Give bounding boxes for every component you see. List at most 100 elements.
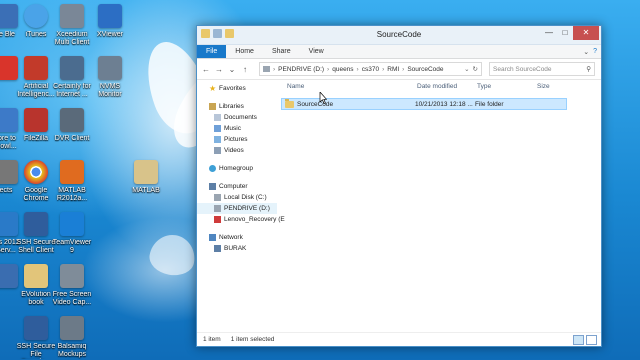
ribbon: File Home Share View ⌄ ?: [197, 45, 601, 59]
computer-icon: [214, 245, 221, 252]
address-dropdown-icon[interactable]: ⌄: [464, 65, 469, 73]
help-icon[interactable]: ?: [593, 48, 597, 55]
breadcrumb-rmi[interactable]: RMI: [387, 66, 399, 73]
folder-icon: [285, 98, 294, 108]
desktop-icon-balsamiq[interactable]: Balsamiq Mockups: [52, 316, 92, 359]
nav-pendrive[interactable]: PENDRIVE (D:): [197, 203, 277, 214]
search-input[interactable]: Search SourceCode ⚲: [489, 62, 595, 76]
desktop-icon-xviewer[interactable]: XViewer: [90, 4, 130, 39]
breadcrumb-sourcecode[interactable]: SourceCode: [407, 66, 443, 73]
desktop-icon-label: FileZilla: [23, 135, 49, 142]
nav-favorites[interactable]: ★ Favorites: [197, 83, 277, 94]
file-list: Name Date modified Type Size SourceCode …: [277, 78, 601, 333]
expand-ribbon-icon[interactable]: ⌄: [583, 48, 589, 56]
window-body: ★ Favorites Libraries Documents Music Pic…: [197, 78, 601, 333]
minimize-button[interactable]: —: [541, 26, 557, 40]
nav-local-disk[interactable]: Local Disk (C:): [197, 192, 277, 203]
app-icon: [60, 316, 84, 340]
address-bar[interactable]: › PENDRIVE (D:) › queens › cs370 › RMI ›…: [259, 62, 482, 76]
desktop-icon-label: XViewer: [97, 31, 123, 38]
desktop-icon-label: EVolution book: [21, 291, 51, 306]
nav-burak[interactable]: BURAK: [197, 243, 277, 254]
folder-icon: [24, 264, 48, 288]
desktop-icon-dvr-client[interactable]: DVR Client: [52, 108, 92, 143]
nav-libraries[interactable]: Libraries: [197, 101, 277, 112]
refresh-icon[interactable]: ↻: [473, 65, 478, 73]
tab-file[interactable]: File: [197, 45, 227, 58]
nav-homegroup-label: Homegroup: [219, 165, 253, 172]
desktop-icon-label: SSH Secure File Transfe...: [16, 343, 56, 358]
column-size[interactable]: Size: [537, 83, 577, 90]
desktop-icon-filezilla[interactable]: FileZilla: [16, 108, 56, 143]
desktop-icon-label: Google Chrome: [23, 187, 49, 202]
nav-computer[interactable]: Computer: [197, 181, 277, 192]
file-type: File folder: [475, 100, 504, 108]
desktop-icon-label: Certainly for Internet ...: [53, 83, 91, 98]
tab-share[interactable]: Share: [263, 45, 300, 58]
nav-local-disk-label: Local Disk (C:): [224, 194, 267, 201]
desktop-icon-matlab-r2012a[interactable]: MATLAB R2012a...: [52, 160, 92, 203]
up-icon[interactable]: ↑: [240, 65, 250, 74]
selection-count: 1 item selected: [230, 336, 275, 343]
nav-homegroup[interactable]: Homegroup: [197, 163, 277, 174]
desktop-icon-google-chrome[interactable]: Google Chrome: [16, 160, 56, 203]
desktop-icon-certainly[interactable]: Certainly for Internet ...: [52, 56, 92, 99]
recent-locations-icon[interactable]: ⌄: [227, 65, 237, 74]
nav-documents[interactable]: Documents: [197, 112, 277, 123]
chrome-icon: [24, 160, 48, 184]
desktop-icon-ssh-file-transfer[interactable]: SSH Secure File Transfe...: [16, 316, 56, 359]
chevron-right-icon: ›: [327, 65, 330, 73]
close-button[interactable]: ✕: [573, 26, 599, 40]
desktop-icon-artificial-intelligence[interactable]: Artificial Intelligenc...: [16, 56, 56, 99]
column-date-modified[interactable]: Date modified: [417, 83, 477, 90]
details-view-icon[interactable]: [573, 334, 584, 345]
app-icon: [60, 108, 84, 132]
nav-videos-label: Videos: [224, 147, 244, 154]
desktop-icon-label: SSH Secure Shell Client: [16, 239, 56, 254]
maximize-button[interactable]: □: [557, 26, 573, 40]
search-placeholder: Search SourceCode: [493, 65, 552, 73]
star-icon: ★: [209, 84, 217, 93]
large-icons-view-icon[interactable]: [586, 334, 597, 345]
nav-lenovo-recovery[interactable]: Lenovo_Recovery (E: [197, 214, 285, 225]
nav-pictures[interactable]: Pictures: [197, 134, 277, 145]
breadcrumb-pendrive[interactable]: PENDRIVE (D:): [278, 66, 324, 73]
desktop-icon-label: MATLAB: [132, 187, 160, 194]
item-count: 1 item: [203, 336, 221, 343]
nav-music[interactable]: Music: [197, 123, 277, 134]
app-icon: [98, 4, 122, 28]
explorer-window: SourceCode — □ ✕ File Home Share View ⌄ …: [196, 25, 602, 347]
nav-favorites-label: Favorites: [219, 85, 246, 92]
nav-pendrive-label: PENDRIVE (D:): [224, 205, 270, 212]
breadcrumb-queens[interactable]: queens: [332, 66, 353, 73]
tab-home[interactable]: Home: [226, 45, 263, 58]
desktop-icon-itunes[interactable]: iTunes: [16, 4, 56, 39]
desktop-icon-free-screen-video[interactable]: Free Screen Video Cap...: [52, 264, 92, 307]
title-bar[interactable]: SourceCode — □ ✕: [197, 26, 601, 45]
tab-view[interactable]: View: [300, 45, 333, 58]
desktop-icon-label: TeamViewer 9: [52, 239, 92, 254]
terminal-icon: [24, 212, 48, 236]
back-icon[interactable]: ←: [201, 65, 211, 74]
desktop-icon-ssh-secure-shell[interactable]: SSH Secure Shell Client: [16, 212, 56, 255]
nav-network[interactable]: Network: [197, 232, 277, 243]
desktop-icon-teamviewer[interactable]: TeamViewer 9: [52, 212, 92, 255]
nav-videos[interactable]: Videos: [197, 145, 277, 156]
forward-icon[interactable]: →: [214, 65, 224, 74]
desktop-icon-evolution-book[interactable]: EVolution book: [16, 264, 56, 307]
column-name[interactable]: Name: [277, 83, 417, 90]
desktop-icon-xceedium[interactable]: Xceedium Multi Client: [52, 4, 92, 47]
book-icon: [24, 56, 48, 80]
nav-network-label: Network: [219, 234, 243, 241]
desktop-icon-nvms-monitor[interactable]: NVMS Monitor: [90, 56, 130, 99]
desktop-icon-matlab-folder[interactable]: MATLAB: [126, 160, 166, 195]
drive-icon: [214, 216, 221, 223]
homegroup-icon: [209, 165, 216, 172]
desktop-icon-label: Artificial Intelligenc...: [17, 83, 55, 98]
breadcrumb-cs370[interactable]: cs370: [362, 66, 379, 73]
network-icon: [209, 234, 216, 241]
column-type[interactable]: Type: [477, 83, 537, 90]
desktop-icon-label: Balsamiq Mockups: [57, 343, 87, 358]
desktop-icon-label: MATLAB R2012a...: [56, 187, 88, 202]
desktop-icon-label: NVMS Monitor: [98, 83, 122, 98]
